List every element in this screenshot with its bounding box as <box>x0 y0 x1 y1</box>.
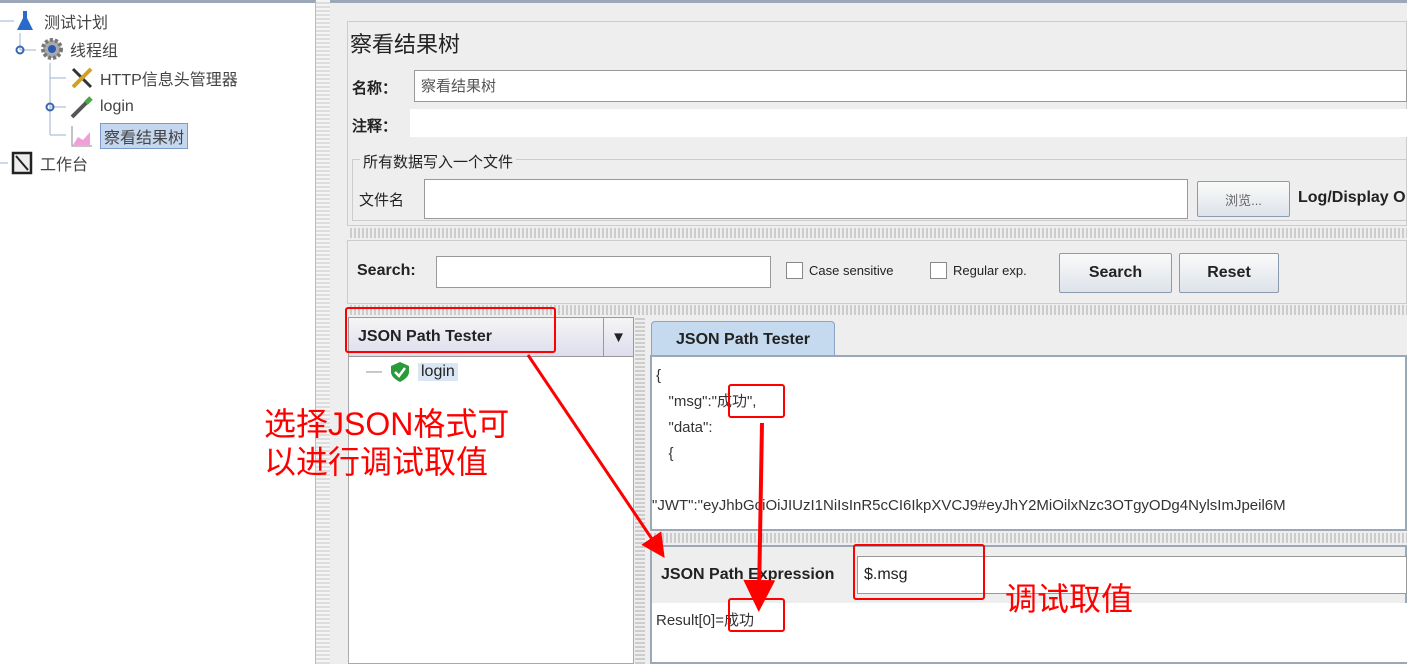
annotation-left: 选择JSON格式可 以进行调试取值 <box>264 406 510 480</box>
annotation-right: 调试取值 <box>1005 581 1134 617</box>
annotation-arrows <box>526 354 776 612</box>
